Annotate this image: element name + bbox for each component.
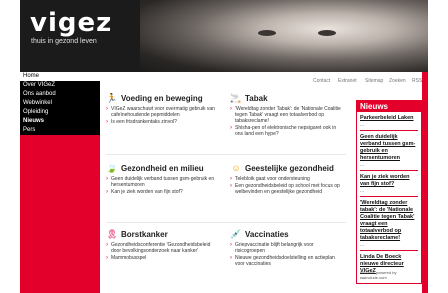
util-link-zoeken[interactable]: Zoeken (389, 78, 406, 84)
section-link[interactable]: Een gezondheidsbeleid op school met focu… (230, 183, 342, 195)
news-footer[interactable]: RSSbox powered by rssinclude.com (360, 270, 421, 280)
site-tagline: thuis in gezond leven (31, 38, 97, 45)
nav-item-opleiding[interactable]: Opleiding (20, 108, 100, 117)
news-box: Nieuws Parkeerbeleid Laken ... Geen duid… (356, 100, 422, 284)
site-logo[interactable]: vigez (30, 8, 112, 38)
news-header: Nieuws (357, 101, 421, 112)
news-dots: ... (360, 188, 365, 194)
section-link[interactable]: Gezondheidsconferentie 'Gezondheidsbelei… (106, 242, 218, 254)
nav-item-nieuws[interactable]: Nieuws (20, 117, 100, 126)
util-link-sitemap[interactable]: Sitemap (365, 78, 383, 84)
header: vigez thuis in gezond leven (20, 0, 428, 72)
section-link[interactable]: Is een frisdrankentaks zinvol? (106, 119, 218, 125)
runner-icon: 🏃 (106, 93, 118, 103)
section-title-text: Tabak (245, 94, 268, 103)
left-nav: Home Over VIGeZ Ons aanbod Webwinkel Opl… (20, 72, 100, 293)
news-dots: ... (360, 122, 365, 128)
section-link[interactable]: Geen duidelijk verband tussen gsm-gebrui… (106, 176, 218, 188)
leaf-icon: 🍃 (106, 163, 118, 173)
smoking-icon: 🚬 (230, 93, 242, 103)
section-link[interactable]: Shisha-pen of elektronische nepsigaret o… (230, 125, 342, 137)
right-accent-strip (422, 72, 428, 293)
section-voeding: 🏃Voeding en beweging VIGeZ waarschuwt vo… (106, 92, 218, 126)
pink-ribbon-icon: 🎗 (106, 229, 118, 239)
section-link[interactable]: Mammobusspel (106, 255, 218, 261)
section-gezondheid-milieu: 🍃Gezondheid en milieu Geen duidelijk ver… (106, 162, 218, 196)
news-link[interactable]: Kan je ziek worden van fijn stof? (360, 174, 418, 188)
photo-eye-left (258, 30, 276, 36)
photo-eye-right (318, 30, 336, 36)
section-title-text: Vaccinaties (245, 230, 289, 239)
section-link[interactable]: Griepvaccinatie blijft belangrijk voor r… (230, 242, 342, 254)
section-title-text: Borstkanker (121, 230, 168, 239)
util-link-rss[interactable]: RSS (412, 78, 422, 84)
section-link[interactable]: Nieuwe gezondheidsdoelstelling en actiep… (230, 255, 342, 267)
news-link[interactable]: 'Wereldtag zonder tabak': de 'Nationale … (360, 200, 418, 242)
section-link[interactable]: 'Wereldtag zonder Tabak': de 'Nationale … (230, 106, 342, 124)
section-geestelijke: ☺ Geestelijke gezondheid Telebloik gaat v… (230, 162, 342, 196)
news-item: 'Wereldtag zonder tabak': de 'Nationale … (357, 197, 421, 248)
news-dots: ... (360, 242, 365, 248)
section-title[interactable]: 💉 Vaccinaties (230, 228, 342, 240)
util-link-extranet[interactable]: Extranet (338, 78, 357, 84)
section-title[interactable]: ☺ Geestelijke gezondheid (230, 162, 342, 174)
row-divider (106, 222, 346, 223)
news-link[interactable]: Geen duidelijk verband tussen gsm-gebrui… (360, 134, 418, 162)
nav-list: Home Over VIGeZ Ons aanbod Webwinkel Opl… (20, 72, 100, 135)
news-item: Geen duidelijk verband tussen gsm-gebrui… (357, 131, 421, 168)
main-content: 🏃Voeding en beweging VIGeZ waarschuwt vo… (106, 86, 346, 293)
page: vigez thuis in gezond leven Home Over VI… (20, 0, 428, 293)
news-item: Kan je ziek worden van fijn stof? ... (357, 171, 421, 194)
section-title-text: Geestelijke gezondheid (245, 164, 334, 173)
nav-item-webwinkel[interactable]: Webwinkel (20, 99, 100, 108)
section-title[interactable]: 🏃 Voeding en beweging (106, 92, 218, 104)
nav-item-home[interactable]: Home (20, 72, 100, 81)
section-tabak: 🚬Tabak 'Wereldtag zonder Tabak': de 'Nat… (230, 92, 342, 138)
section-link[interactable]: Kan je ziek worden van fijn stof? (106, 189, 218, 195)
nav-item-pers[interactable]: Pers (20, 126, 100, 135)
section-title[interactable]: 🚬 Tabak (230, 92, 342, 104)
syringe-icon: 💉 (230, 229, 242, 239)
news-link[interactable]: Parkeerbeleid Laken (360, 115, 418, 122)
nav-item-over-vigez[interactable]: Over VIGeZ (20, 81, 100, 90)
row-divider (106, 154, 346, 155)
news-dots: ... (360, 162, 365, 168)
section-borstkanker: 🎗Borstkanker Gezondheidsconferentie 'Gez… (106, 228, 218, 262)
head-icon: ☺ (231, 163, 241, 173)
section-title[interactable]: 🍃 Gezondheid en milieu (106, 162, 218, 174)
section-title-text: Voeding en beweging (121, 94, 203, 103)
header-photo (140, 0, 428, 72)
util-link-contact[interactable]: Contact (313, 78, 330, 84)
section-title-text: Gezondheid en milieu (121, 164, 204, 173)
section-title[interactable]: 🎗 Borstkanker (106, 228, 218, 240)
nav-item-ons-aanbod[interactable]: Ons aanbod (20, 90, 100, 99)
news-item: Parkeerbeleid Laken ... (357, 112, 421, 128)
section-link[interactable]: Telebloik gaat voor ondersteuning (230, 176, 342, 182)
section-link[interactable]: VIGeZ waarschuwt voor overmatig gebruik … (106, 106, 218, 118)
section-vaccinaties: 💉Vaccinaties Griepvaccinatie blijft bela… (230, 228, 342, 268)
